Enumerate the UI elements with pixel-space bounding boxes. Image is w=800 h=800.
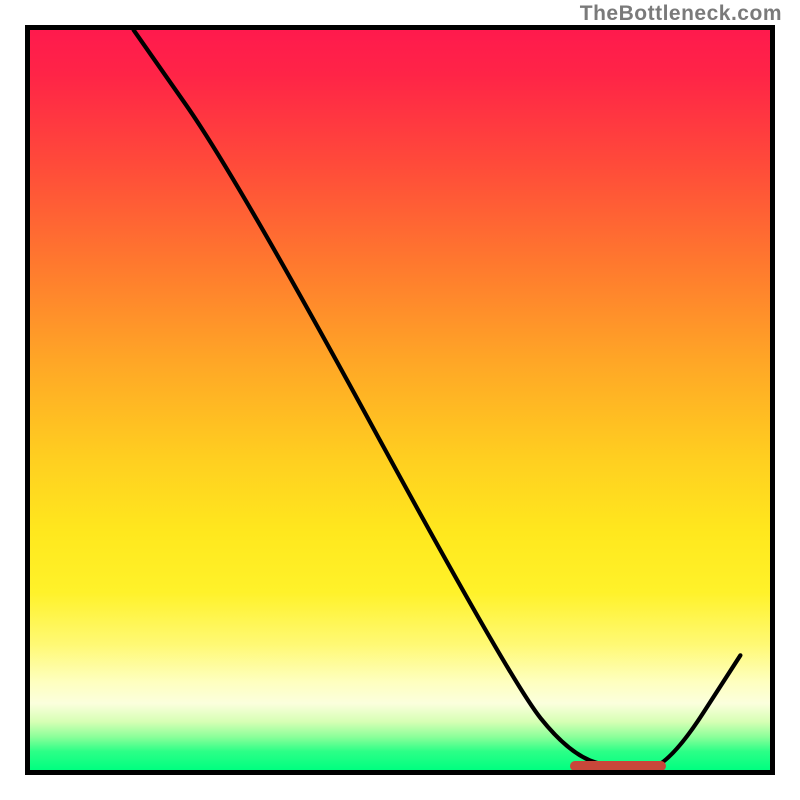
plot-frame [25, 25, 775, 775]
bottleneck-curve [30, 30, 770, 770]
watermark-label: TheBottleneck.com [580, 2, 782, 26]
chart-container: TheBottleneck.com [0, 0, 800, 800]
category-marker-band [570, 761, 666, 771]
curve-path [134, 30, 741, 770]
